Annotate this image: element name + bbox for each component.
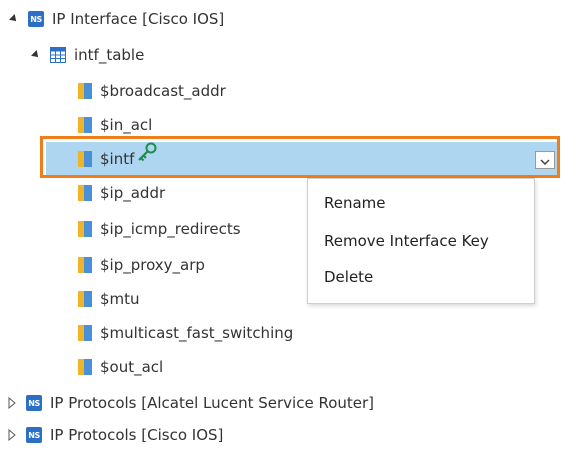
menu-item-rename[interactable]: Rename	[324, 191, 386, 215]
variable-label: $mtu	[100, 290, 140, 308]
menu-item-delete[interactable]: Delete	[324, 265, 373, 289]
tree-node-variable[interactable]: $ip_icmp_redirects	[78, 212, 241, 246]
table-icon	[50, 47, 66, 63]
variable-icon	[78, 185, 92, 201]
tree-node-variable[interactable]: $broadcast_addr	[78, 74, 226, 108]
variable-label: $ip_icmp_redirects	[100, 220, 241, 238]
variable-icon	[78, 221, 92, 237]
menu-item-remove-interface-key[interactable]: Remove Interface Key	[324, 229, 489, 253]
chevron-down-icon	[540, 151, 550, 169]
key-icon	[136, 142, 158, 166]
tree-node-variable-selected[interactable]: $intf	[78, 142, 158, 176]
variable-icon	[78, 83, 92, 99]
namespace-icon: NS	[28, 11, 44, 27]
context-menu: Rename Remove Interface Key Delete	[307, 178, 535, 304]
tree-node-label: IP Protocols [Alcatel Lucent Service Rou…	[50, 394, 375, 412]
tree-node-variable[interactable]: $ip_proxy_arp	[78, 248, 205, 282]
collapsed-arrow-icon[interactable]	[8, 397, 16, 409]
namespace-icon: NS	[26, 427, 42, 443]
tree-node-label: IP Interface [Cisco IOS]	[52, 10, 225, 28]
collapsed-arrow-icon[interactable]	[8, 429, 16, 441]
variable-label: $multicast_fast_switching	[100, 324, 294, 342]
tree-node-ip-interface-cisco[interactable]: NS IP Interface [Cisco IOS]	[8, 2, 224, 36]
variable-label: $ip_proxy_arp	[100, 256, 205, 274]
tree-node-ip-protocols-cisco[interactable]: NS IP Protocols [Cisco IOS]	[8, 418, 223, 452]
tree-node-variable[interactable]: $multicast_fast_switching	[78, 316, 293, 350]
variable-icon	[78, 257, 92, 273]
variable-label: $ip_addr	[100, 184, 166, 202]
tree-node-intf-table[interactable]: intf_table	[30, 38, 144, 72]
expanded-arrow-icon[interactable]	[30, 49, 42, 61]
tree-node-label: intf_table	[74, 46, 145, 64]
expanded-arrow-icon[interactable]	[8, 13, 20, 25]
variable-icon	[78, 117, 92, 133]
tree-node-variable[interactable]: $ip_addr	[78, 176, 165, 210]
namespace-icon: NS	[26, 395, 42, 411]
tree-node-variable[interactable]: $out_acl	[78, 350, 163, 384]
tree-node-variable[interactable]: $in_acl	[78, 108, 152, 142]
variable-icon	[78, 291, 92, 307]
variable-label: $broadcast_addr	[100, 82, 226, 100]
variable-icon	[78, 359, 92, 375]
row-menu-dropdown-button[interactable]	[535, 151, 555, 169]
variable-label: $out_acl	[100, 358, 164, 376]
variable-icon	[78, 151, 92, 167]
variable-label: $in_acl	[100, 116, 153, 134]
tree-node-ip-protocols-alcatel[interactable]: NS IP Protocols [Alcatel Lucent Service …	[8, 386, 374, 420]
tree-node-label: IP Protocols [Cisco IOS]	[50, 426, 224, 444]
variable-label: $intf	[100, 150, 135, 168]
variable-icon	[78, 325, 92, 341]
tree-node-variable[interactable]: $mtu	[78, 282, 140, 316]
